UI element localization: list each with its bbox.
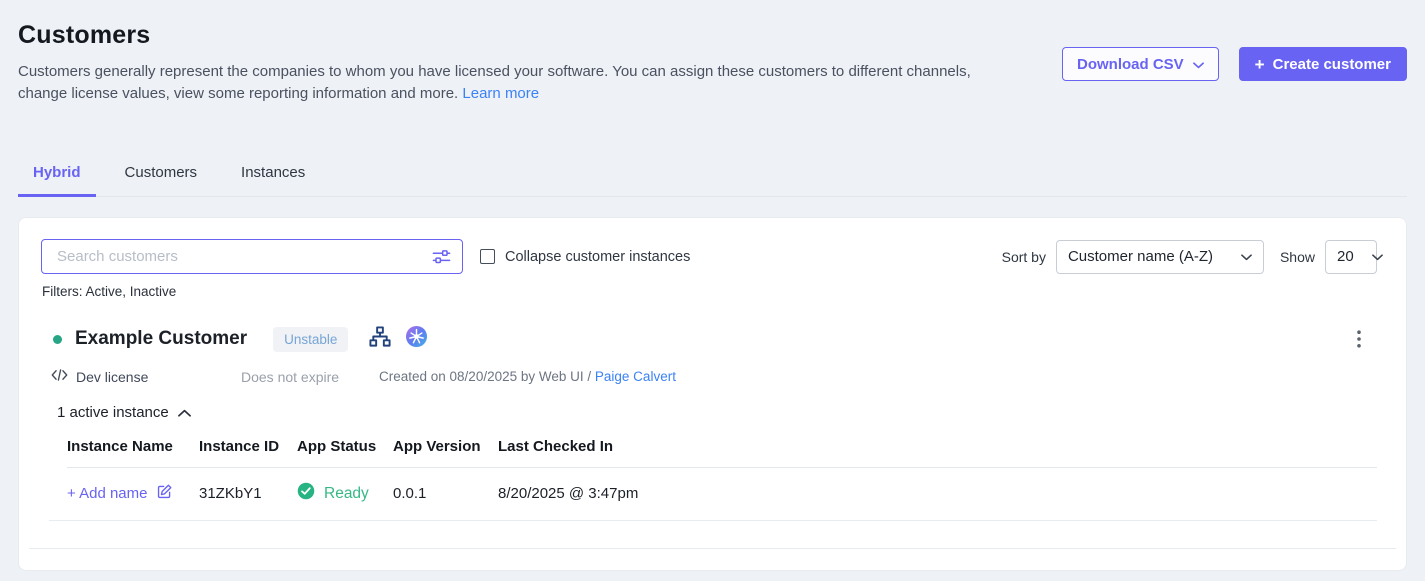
customer-item-divider: [29, 548, 1396, 549]
table-row-wrap: + Add name 31ZKbY1: [49, 468, 1377, 521]
col-last-checked-in: Last Checked In: [498, 438, 1377, 455]
app-version-value: 0.0.1: [393, 485, 498, 502]
last-checked-in-value: 8/20/2025 @ 3:47pm: [498, 485, 1377, 502]
sort-by-select[interactable]: Customer name (A-Z): [1056, 240, 1264, 274]
customer-menu-kebab-icon[interactable]: [1353, 328, 1365, 350]
tab-bar: Hybrid Customers Instances: [18, 151, 1407, 197]
page-description: Customers generally represent the compan…: [18, 61, 976, 105]
code-icon: [51, 368, 68, 385]
plus-icon: +: [1255, 56, 1265, 73]
instances-summary-toggle[interactable]: 1 active instance: [57, 404, 1377, 421]
search-box: [41, 239, 463, 274]
sort-by-value: Customer name (A-Z): [1068, 248, 1213, 265]
show-label: Show: [1280, 249, 1315, 265]
show-value: 20: [1337, 248, 1354, 265]
add-name-button[interactable]: + Add name: [67, 483, 199, 504]
instances-table-header: Instance Name Instance ID App Status App…: [67, 438, 1377, 468]
customers-page: Customers Customers generally represent …: [0, 0, 1425, 581]
chevron-down-icon: [1241, 248, 1252, 265]
create-customer-label: Create customer: [1273, 56, 1391, 73]
tab-customers[interactable]: Customers: [110, 151, 213, 197]
customers-card: Collapse customer instances Sort by Cust…: [18, 217, 1407, 571]
toolbar: Collapse customer instances Sort by Cust…: [41, 239, 1377, 274]
col-instance-id: Instance ID: [199, 438, 297, 455]
instances-table: Instance Name Instance ID App Status App…: [67, 438, 1377, 521]
kubernetes-icon: [405, 325, 428, 353]
add-name-label: + Add name: [67, 485, 147, 502]
instance-id-value: 31ZKbY1: [199, 485, 297, 502]
instances-summary-label: 1 active instance: [57, 404, 169, 421]
learn-more-link[interactable]: Learn more: [462, 85, 539, 102]
filter-sliders-icon[interactable]: [432, 248, 451, 266]
create-customer-button[interactable]: + Create customer: [1239, 47, 1407, 81]
app-status-value: Ready: [324, 485, 369, 503]
col-app-version: App Version: [393, 438, 498, 455]
chevron-up-icon: [178, 404, 191, 421]
active-status-dot-icon: [53, 335, 62, 344]
install-type-icons: [368, 325, 428, 353]
table-row: + Add name 31ZKbY1: [67, 468, 1377, 520]
tab-hybrid[interactable]: Hybrid: [18, 151, 96, 197]
collapse-instances-label: Collapse customer instances: [505, 249, 690, 265]
channel-badge: Unstable: [273, 327, 348, 352]
header-actions: Download CSV + Create customer: [1062, 47, 1407, 81]
download-csv-label: Download CSV: [1077, 56, 1184, 73]
customer-header: Example Customer Unstable: [53, 325, 1377, 353]
page-title: Customers: [18, 0, 1407, 50]
collapse-instances-checkbox[interactable]: [480, 249, 495, 264]
collapse-instances-toggle[interactable]: Collapse customer instances: [480, 249, 690, 265]
chevron-down-icon: [1372, 248, 1383, 265]
created-by-link[interactable]: Paige Calvert: [595, 369, 676, 384]
check-circle-icon: [297, 482, 315, 505]
active-filters-text: Filters: Active, Inactive: [42, 284, 1377, 299]
col-app-status: App Status: [297, 438, 393, 455]
app-status-cell: Ready: [297, 482, 393, 505]
edit-icon[interactable]: [156, 483, 173, 504]
download-csv-button[interactable]: Download CSV: [1062, 47, 1219, 81]
created-text: Created on 08/20/2025 by Web UI /: [379, 369, 591, 384]
chevron-down-icon: [1193, 56, 1204, 73]
sort-by-label: Sort by: [1002, 249, 1046, 265]
license-row: Dev license Does not expire Created on 0…: [51, 368, 1377, 385]
show-select[interactable]: 20: [1325, 240, 1377, 274]
license-type: Dev license: [51, 368, 241, 385]
license-type-label: Dev license: [76, 369, 148, 385]
col-instance-name: Instance Name: [67, 438, 199, 455]
customer-name[interactable]: Example Customer: [75, 328, 247, 350]
license-expiry: Does not expire: [241, 369, 379, 385]
search-input[interactable]: [55, 247, 432, 266]
tab-instances[interactable]: Instances: [226, 151, 320, 197]
created-info: Created on 08/20/2025 by Web UI / Paige …: [379, 369, 676, 384]
helm-sitemap-icon: [368, 325, 392, 353]
